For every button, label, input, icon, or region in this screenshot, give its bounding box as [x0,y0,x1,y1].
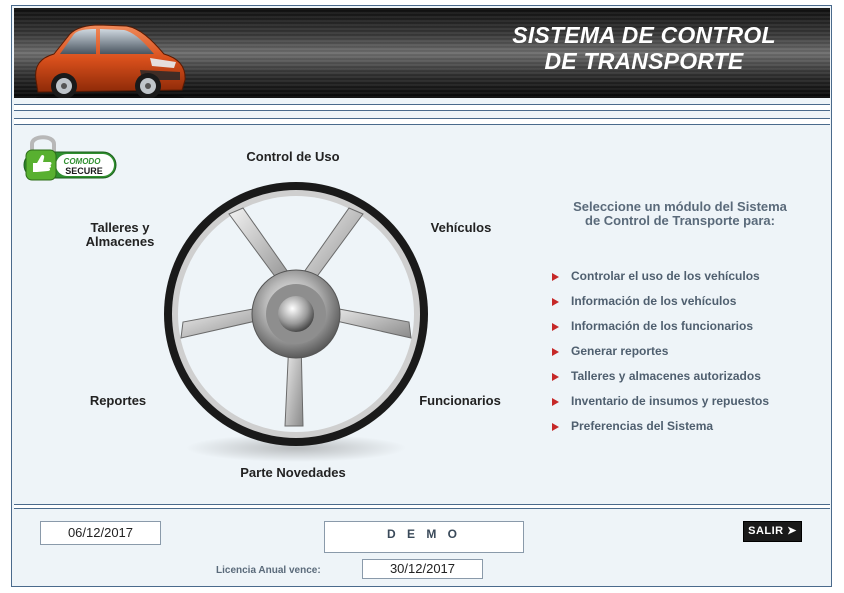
mode-indicator: D E M O [324,521,524,553]
seal-label: SECURE [65,166,103,176]
current-date-field: 06/12/2017 [40,521,161,545]
arrow-right-icon [552,322,559,331]
intro-line2: de Control de Transporte para: [585,213,775,228]
license-expiry-date: 30/12/2017 [362,559,483,579]
menu-item-info-vehiculos[interactable]: Información de los vehículos [552,288,822,313]
menu-item-talleres[interactable]: Talleres y almacenes autorizados [552,363,822,388]
menu-item-generar-reportes[interactable]: Generar reportes [552,338,822,363]
wheel-link-control-de-uso[interactable]: Control de Uso [236,150,350,164]
header-divider-1 [14,104,830,111]
module-menu: Controlar el uso de los vehículos Inform… [552,263,822,438]
seal-brand: COMODO [64,157,102,166]
module-intro-text: Seleccione un módulo del Sistema de Cont… [540,200,820,228]
header-banner: SISTEMA DE CONTROL DE TRANSPORTE [14,8,830,98]
steering-wheel-icon[interactable] [157,178,435,468]
menu-item-preferencias[interactable]: Preferencias del Sistema [552,413,822,438]
header-divider-2 [14,118,830,125]
arrow-right-icon [552,297,559,306]
menu-item-label: Información de los vehículos [571,293,737,308]
app-title: SISTEMA DE CONTROL DE TRANSPORTE [484,22,804,74]
car-icon [35,24,186,98]
arrow-right-icon [552,272,559,281]
intro-line1: Seleccione un módulo del Sistema [573,199,787,214]
menu-item-label: Preferencias del Sistema [571,418,714,433]
menu-item-label: Inventario de insumos y repuestos [571,393,770,408]
wheel-link-parte-novedades[interactable]: Parte Novedades [226,466,360,480]
arrow-right-icon [552,347,559,356]
menu-item-control-uso[interactable]: Controlar el uso de los vehículos [552,263,822,288]
arrow-right-icon [552,397,559,406]
arrow-right-icon [552,372,559,381]
app-title-line2: DE TRANSPORTE [544,48,744,74]
wheel-link-talleres-line1: Talleres y [90,220,150,235]
wheel-link-vehiculos[interactable]: Vehículos [420,221,502,235]
wheel-link-talleres-almacenes[interactable]: Talleres y Almacenes [72,221,168,249]
license-expiry-label: Licencia Anual vence: [216,565,321,576]
menu-item-info-funcionarios[interactable]: Información de los funcionarios [552,313,822,338]
exit-button[interactable]: SALIR ➤ [743,521,802,542]
footer-divider [14,504,830,509]
menu-item-label: Información de los funcionarios [571,318,754,333]
wheel-link-reportes[interactable]: Reportes [80,394,156,408]
comodo-secure-seal[interactable]: COMODO SECURE [22,130,118,182]
menu-item-label: Talleres y almacenes autorizados [571,368,761,383]
wheel-link-talleres-line2: Almacenes [85,234,155,249]
menu-item-inventario[interactable]: Inventario de insumos y repuestos [552,388,822,413]
menu-item-label: Generar reportes [571,343,669,358]
app-title-line1: SISTEMA DE CONTROL [512,22,776,48]
wheel-link-funcionarios[interactable]: Funcionarios [410,394,510,408]
menu-item-label: Controlar el uso de los vehículos [571,268,760,283]
arrow-right-icon [552,422,559,431]
